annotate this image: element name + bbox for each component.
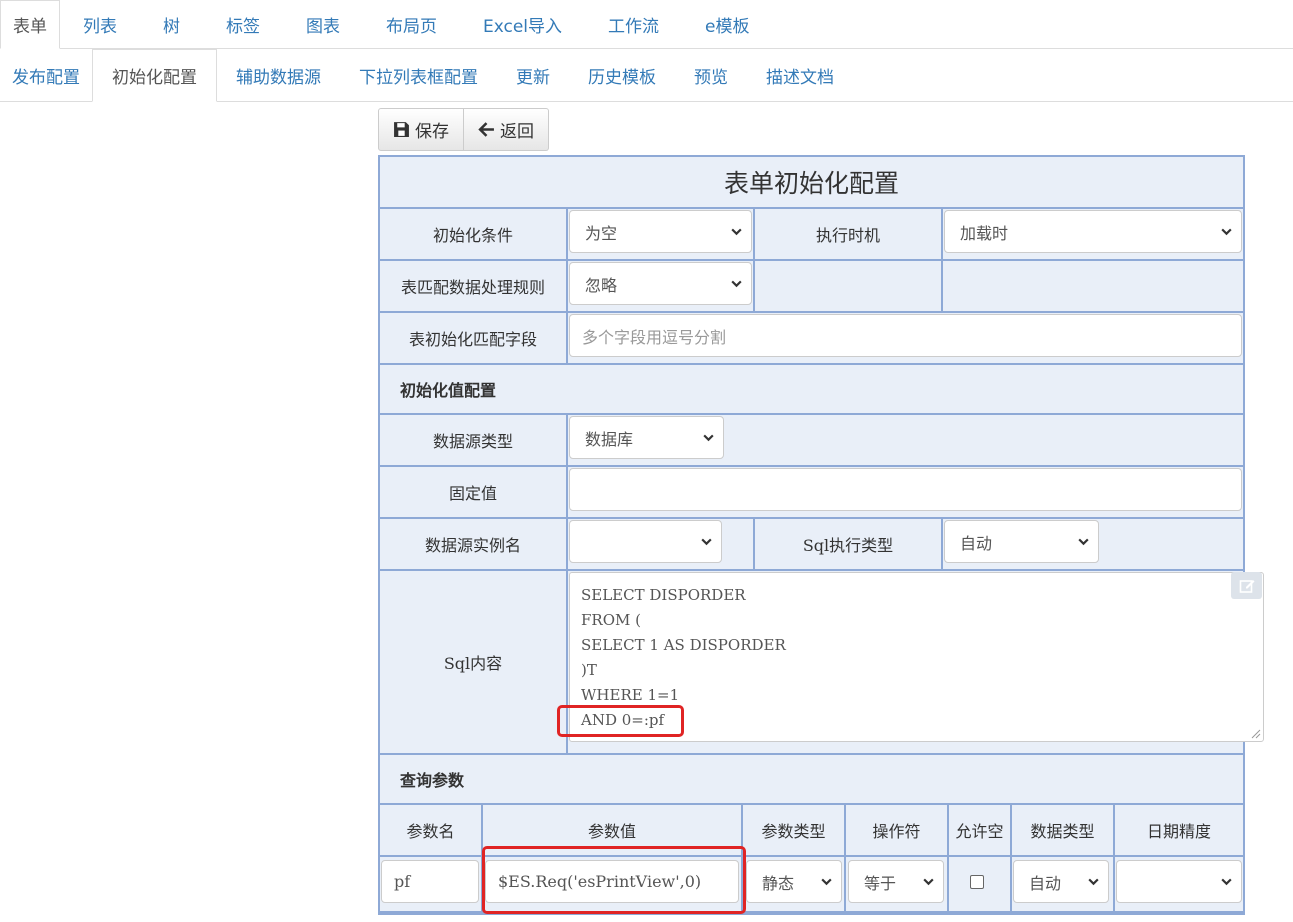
back-button[interactable]: 返回	[464, 108, 549, 151]
param-operator-value: 等于	[864, 873, 897, 893]
param-name-input[interactable]: pf	[381, 860, 479, 903]
init-value-section: 初始化值配置	[380, 365, 1243, 415]
sql-line: FROM (	[581, 611, 641, 629]
datasource-instance-select[interactable]	[569, 520, 722, 563]
tab-e-template[interactable]: e模板	[682, 0, 772, 48]
sql-exec-type-value: 自动	[960, 533, 993, 553]
chevron-down-icon	[731, 228, 742, 236]
tab-label[interactable]: 标签	[203, 0, 283, 48]
edit-button[interactable]	[1231, 572, 1262, 599]
param-header-allow-null: 允许空	[949, 805, 1012, 857]
chevron-down-icon	[1221, 878, 1232, 886]
save-icon	[394, 122, 409, 137]
datasource-type-label: 数据源类型	[380, 415, 568, 467]
tab-tree[interactable]: 树	[140, 0, 203, 48]
sql-exec-type-select[interactable]: 自动	[944, 520, 1099, 563]
init-condition-select[interactable]: 为空	[569, 210, 752, 253]
empty-cell	[943, 261, 1243, 313]
query-params-section: 查询参数	[380, 755, 1243, 805]
match-field-input[interactable]: 多个字段用逗号分割	[569, 314, 1242, 357]
chevron-down-icon	[703, 434, 714, 442]
exec-timing-label: 执行时机	[755, 209, 943, 261]
param-type-value: 静态	[762, 873, 795, 893]
tab-history-template[interactable]: 历史模板	[569, 49, 675, 101]
chevron-down-icon	[1221, 228, 1232, 236]
match-rule-value: 忽略	[585, 275, 618, 295]
param-date-precision-select[interactable]	[1116, 860, 1242, 903]
form-title: 表单初始化配置	[380, 157, 1243, 209]
tab-dropdown-config[interactable]: 下拉列表框配置	[340, 49, 497, 101]
exec-timing-select[interactable]: 加载时	[944, 210, 1242, 253]
param-data-type-select[interactable]: 自动	[1013, 860, 1109, 903]
init-condition-value: 为空	[585, 223, 618, 243]
toolbar: 保存 返回	[378, 108, 549, 151]
back-label: 返回	[500, 122, 534, 142]
match-rule-select[interactable]: 忽略	[569, 262, 752, 305]
match-field-label: 表初始化匹配字段	[380, 313, 568, 365]
fixed-value-label: 固定值	[380, 467, 568, 519]
save-button[interactable]: 保存	[378, 108, 464, 151]
tab-preview[interactable]: 预览	[675, 49, 747, 101]
param-data-type-value: 自动	[1029, 873, 1062, 893]
chevron-down-icon	[923, 878, 934, 886]
match-rule-label: 表匹配数据处理规则	[380, 261, 568, 313]
tab-workflow[interactable]: 工作流	[585, 0, 682, 48]
chevron-down-icon	[731, 280, 742, 288]
save-label: 保存	[415, 122, 449, 142]
chevron-down-icon	[1078, 538, 1089, 546]
datasource-instance-label: 数据源实例名	[380, 519, 568, 571]
init-condition-label: 初始化条件	[380, 209, 568, 261]
param-operator-select[interactable]: 等于	[848, 860, 944, 903]
highlight-box	[557, 705, 684, 737]
param-header-date-precision: 日期精度	[1115, 805, 1243, 857]
allow-null-checkbox[interactable]	[970, 875, 984, 889]
datasource-type-value: 数据库	[585, 429, 634, 449]
sql-line: SELECT DISPORDER	[581, 586, 746, 604]
chevron-down-icon	[821, 878, 832, 886]
chevron-down-icon	[1088, 878, 1099, 886]
tab-init-config[interactable]: 初始化配置	[92, 49, 217, 102]
arrow-left-icon	[478, 122, 494, 137]
tab-list[interactable]: 列表	[60, 0, 140, 48]
tab-aux-datasource[interactable]: 辅助数据源	[217, 49, 340, 101]
param-header-type: 参数类型	[743, 805, 846, 857]
sub-tabs: 发布配置 初始化配置 辅助数据源 下拉列表框配置 更新 历史模板 预览 描述文档	[0, 49, 1293, 102]
tab-chart[interactable]: 图表	[283, 0, 363, 48]
tab-excel-import[interactable]: Excel导入	[460, 0, 585, 48]
param-header-operator: 操作符	[846, 805, 949, 857]
tab-update[interactable]: 更新	[497, 49, 569, 101]
datasource-type-select[interactable]: 数据库	[569, 416, 724, 459]
edit-icon	[1239, 579, 1254, 593]
resize-handle-icon[interactable]	[1251, 729, 1261, 739]
tab-description-doc[interactable]: 描述文档	[747, 49, 853, 101]
sql-exec-type-label: Sql执行类型	[755, 519, 943, 571]
sql-content-label: Sql内容	[380, 571, 568, 755]
sql-line: )T	[581, 661, 597, 679]
fixed-value-input[interactable]	[569, 468, 1242, 511]
sql-line: WHERE 1=1	[581, 686, 680, 704]
tab-form[interactable]: 表单	[0, 0, 60, 49]
param-header-name: 参数名	[380, 805, 483, 857]
highlight-box	[482, 846, 746, 914]
chevron-down-icon	[701, 538, 712, 546]
init-config-form: 表单初始化配置 初始化条件 执行时机 表匹配数据处理规则 表初始化匹配字段 初始…	[378, 155, 1245, 915]
sql-line: SELECT 1 AS DISPORDER	[581, 636, 786, 654]
main-tabs: 表单 列表 树 标签 图表 布局页 Excel导入 工作流 e模板	[0, 0, 1293, 49]
param-header-data-type: 数据类型	[1012, 805, 1115, 857]
tab-publish-config[interactable]: 发布配置	[0, 49, 92, 101]
tab-layout[interactable]: 布局页	[363, 0, 460, 48]
empty-cell	[755, 261, 943, 313]
param-type-select[interactable]: 静态	[746, 860, 842, 903]
exec-timing-value: 加载时	[960, 223, 1009, 243]
